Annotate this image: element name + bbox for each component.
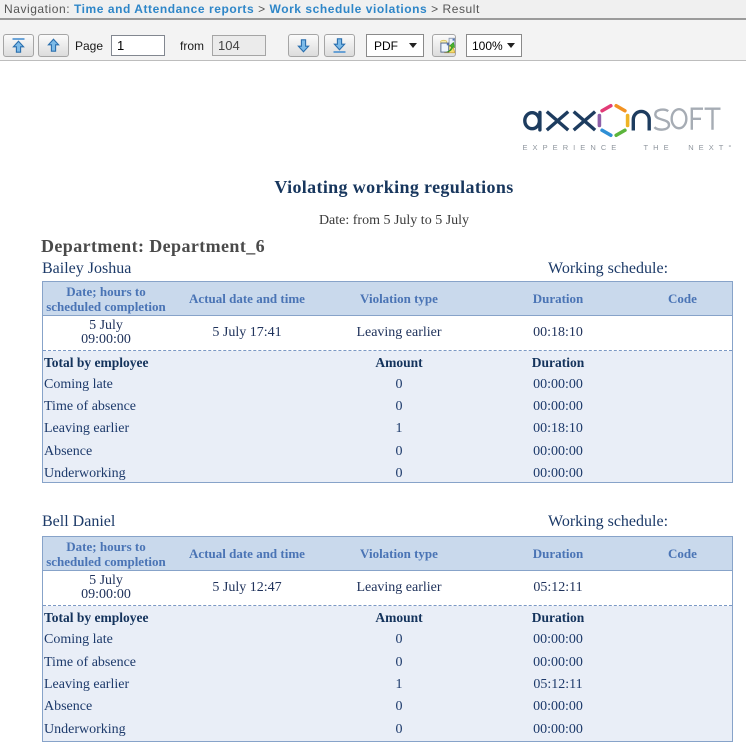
svg-text:EXPERIENCE: EXPERIENCE [523,143,622,152]
svg-text:THE: THE [644,143,674,152]
svg-text:NEXT°: NEXT° [688,143,736,152]
